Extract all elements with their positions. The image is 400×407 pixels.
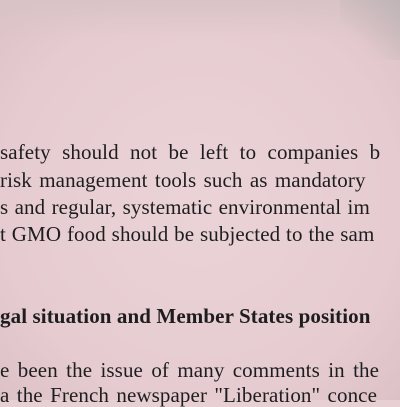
paragraph-line: e been the issue of many comments in the (0, 358, 380, 382)
paragraph-line: t GMO food should be subjected to the sa… (0, 222, 375, 246)
section-heading: gal situation and Member States position (0, 304, 371, 328)
paragraph-line: s and regular, systematic environmental … (0, 195, 370, 219)
page-corner-shadow (340, 0, 400, 60)
paragraph-line: a the French newspaper "Liberation" conc… (0, 383, 378, 407)
paragraph-line: risk management tools such as mandatory (0, 168, 366, 192)
paragraph-line: safety should not be left to companies b (0, 140, 381, 164)
document-page: safety should not be left to companies b… (0, 0, 400, 406)
